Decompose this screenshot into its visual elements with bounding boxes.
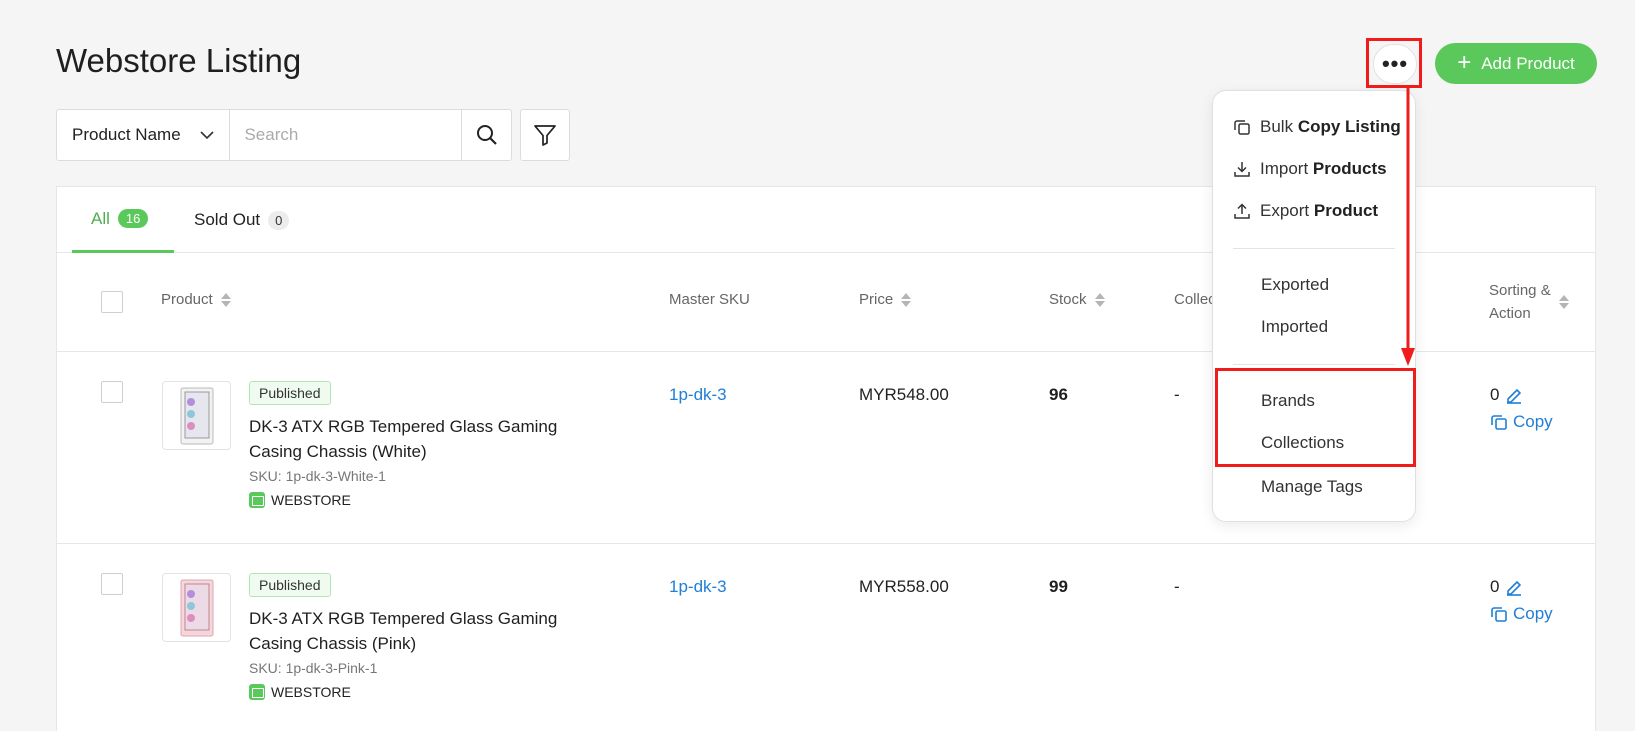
- copy-label: Copy: [1513, 412, 1553, 431]
- product-sku: SKU: 1p-dk-3-Pink-1: [249, 660, 378, 676]
- channel-name: WEBSTORE: [271, 492, 351, 508]
- search-button[interactable]: [461, 110, 511, 160]
- product-name[interactable]: DK-3 ATX RGB Tempered Glass Gaming Casin…: [249, 414, 579, 464]
- search-input[interactable]: [230, 110, 462, 160]
- menu-item-imported[interactable]: Imported: [1213, 317, 1415, 337]
- annotation-box-brands-collections: [1215, 368, 1416, 467]
- filter-icon: [534, 125, 556, 146]
- tab-sold-out-label: Sold Out: [194, 210, 261, 229]
- edit-icon[interactable]: [1505, 386, 1523, 404]
- copy-button[interactable]: Copy: [1490, 604, 1553, 624]
- row-checkbox[interactable]: [101, 573, 123, 595]
- annotation-arrow: [1401, 88, 1415, 366]
- column-collection-label: Collec: [1174, 291, 1216, 308]
- column-master-sku: Master SKU: [669, 291, 750, 308]
- sort-order-value: 0: [1490, 385, 1500, 404]
- page-title: Webstore Listing: [56, 42, 302, 79]
- channel-name: WEBSTORE: [271, 684, 351, 700]
- menu-item-bulk-copy-listing[interactable]: Bulk Copy Listing: [1213, 117, 1415, 137]
- collection-value: -: [1174, 385, 1180, 404]
- column-product-label: Product: [161, 291, 213, 308]
- menu-item-bold: Copy Listing: [1297, 117, 1401, 136]
- master-sku-link[interactable]: 1p-dk-3: [669, 577, 727, 597]
- channel-label: WEBSTORE: [249, 492, 351, 508]
- status-badge: Published: [249, 381, 331, 405]
- menu-item-manage-tags[interactable]: Manage Tags: [1213, 477, 1415, 497]
- chevron-down-icon: [200, 131, 215, 140]
- column-action-label: Action: [1489, 305, 1531, 322]
- copy-icon: [1491, 607, 1507, 622]
- filter-button[interactable]: [520, 109, 570, 161]
- sort-icon: [1558, 295, 1569, 309]
- collection-value: -: [1174, 577, 1180, 596]
- menu-item-export-product[interactable]: Export Product: [1213, 201, 1415, 221]
- tab-sold-out-count: 0: [268, 210, 290, 230]
- table-row: Published DK-3 ATX RGB Tempered Glass Ga…: [57, 544, 1595, 731]
- column-master-sku-label: Master SKU: [669, 291, 750, 308]
- column-price-label: Price: [859, 291, 894, 308]
- sort-order-value: 0: [1490, 577, 1500, 596]
- product-thumbnail[interactable]: [162, 573, 231, 642]
- sort-order: 0: [1490, 385, 1523, 405]
- menu-item-prefix: Bulk: [1260, 117, 1294, 136]
- price-value: MYR548.00: [859, 385, 949, 404]
- product-name[interactable]: DK-3 ATX RGB Tempered Glass Gaming Casin…: [249, 606, 579, 656]
- annotation-box-more-button: [1366, 38, 1422, 88]
- search-bar: Product Name: [56, 109, 512, 161]
- column-sorting-action-label: Sorting & Action: [1489, 279, 1551, 325]
- column-stock[interactable]: Stock: [1049, 291, 1105, 308]
- sort-order: 0: [1490, 577, 1523, 597]
- pc-case-image: [180, 387, 213, 444]
- copy-icon: [1491, 415, 1507, 430]
- stock-value: 96: [1049, 385, 1068, 404]
- menu-item-prefix: Import: [1260, 159, 1309, 178]
- tab-all-label: All: [91, 208, 110, 228]
- copy-button[interactable]: Copy: [1490, 412, 1553, 432]
- plus-icon: +: [1457, 48, 1472, 76]
- tab-all[interactable]: All 16: [72, 187, 174, 253]
- tab-sold-out[interactable]: Sold Out 0: [194, 187, 290, 253]
- add-product-button[interactable]: + Add Product: [1435, 43, 1597, 84]
- menu-item-import-products[interactable]: Import Products: [1213, 159, 1415, 179]
- master-sku-link[interactable]: 1p-dk-3: [669, 385, 727, 405]
- product-sku: SKU: 1p-dk-3-White-1: [249, 468, 386, 484]
- row-checkbox[interactable]: [101, 381, 123, 403]
- copy-icon: [1234, 120, 1250, 135]
- price-value: MYR558.00: [859, 577, 949, 596]
- menu-item-prefix: Export: [1260, 201, 1310, 220]
- sort-icon: [901, 292, 912, 307]
- search-field-value: Product Name: [72, 125, 181, 144]
- menu-item-bold: Products: [1312, 159, 1387, 178]
- column-product[interactable]: Product: [161, 291, 231, 308]
- column-price[interactable]: Price: [859, 291, 912, 308]
- copy-label: Copy: [1513, 604, 1553, 623]
- sort-icon: [220, 292, 231, 307]
- menu-item-bold: Product: [1313, 201, 1379, 220]
- column-sorting-label: Sorting &: [1489, 282, 1551, 299]
- edit-icon[interactable]: [1505, 578, 1523, 596]
- menu-divider: [1233, 364, 1395, 365]
- menu-divider: [1233, 248, 1395, 249]
- select-all-checkbox[interactable]: [101, 291, 123, 313]
- menu-item-exported[interactable]: Exported: [1213, 275, 1415, 295]
- channel-label: WEBSTORE: [249, 684, 351, 700]
- status-badge: Published: [249, 573, 331, 597]
- upload-icon: [1234, 203, 1250, 219]
- product-thumbnail[interactable]: [162, 381, 231, 450]
- column-stock-label: Stock: [1049, 291, 1087, 308]
- search-field-select[interactable]: Product Name: [57, 110, 231, 160]
- stock-value: 99: [1049, 577, 1068, 596]
- tab-all-count: 16: [117, 209, 149, 228]
- add-product-label: Add Product: [1481, 53, 1575, 73]
- download-icon: [1234, 162, 1250, 177]
- column-sorting-action[interactable]: Sorting & Action: [1489, 279, 1569, 325]
- store-icon: [249, 684, 265, 700]
- pc-case-image: [180, 579, 213, 636]
- sort-icon: [1094, 292, 1105, 307]
- column-collection: Collec: [1174, 291, 1216, 308]
- store-icon: [249, 492, 265, 508]
- search-icon: [476, 125, 497, 145]
